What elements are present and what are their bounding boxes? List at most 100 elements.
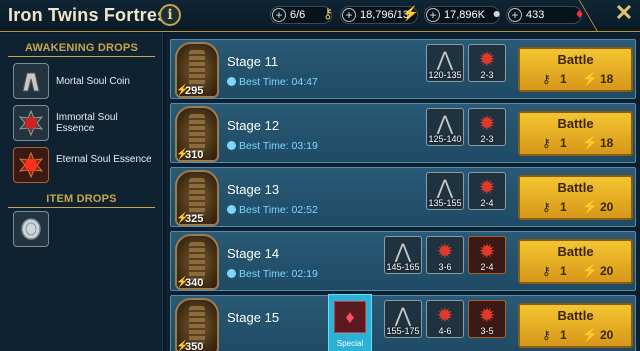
- stage-name: Stage 15: [227, 310, 280, 325]
- clock-icon: [227, 269, 236, 278]
- immortal-soul-essence-reward[interactable]: ✹ 2-4: [468, 172, 506, 210]
- add-silver-button[interactable]: +: [426, 8, 440, 22]
- close-button[interactable]: ✕: [612, 2, 636, 26]
- energy-cost: 18: [600, 72, 614, 86]
- stage-power: 295: [185, 85, 204, 97]
- divider: [8, 207, 155, 208]
- battle-button[interactable]: Battle ⚷ 1 ⚡ 20: [518, 175, 633, 220]
- stage-row[interactable]: ⚡ 310 Stage 12 Best Time: 03:19 ⋀ 125-14…: [170, 103, 636, 163]
- reward-amount: 120-135: [428, 70, 462, 80]
- reward-amount: 4-6: [438, 326, 452, 336]
- key-cost: 1: [560, 72, 567, 86]
- reward-amount: 3-6: [438, 262, 452, 272]
- best-time-text: Best Time: 02:52: [239, 204, 318, 216]
- mortal-soul-coin-reward[interactable]: ⋀ 155-175: [384, 300, 422, 338]
- battle-label: Battle: [557, 244, 594, 259]
- divider: [8, 56, 155, 57]
- immortal-soul-essence-icon[interactable]: [13, 105, 49, 141]
- mortal-soul-coin-icon: ⋀: [436, 49, 454, 71]
- drops-panel: AWAKENING DROPS Mortal Soul Coin Immorta…: [0, 33, 163, 351]
- stage-name: Stage 11: [227, 54, 279, 69]
- key-icon: ⚷: [542, 72, 551, 86]
- energy-resource: + 18,796/13 ⚡: [340, 5, 419, 24]
- stage-row[interactable]: ⚡ 340 Stage 14 Best Time: 02:19 ⋀ 145-16…: [170, 231, 636, 291]
- mortal-soul-coin-reward[interactable]: ⋀ 120-135: [426, 44, 464, 82]
- battle-button[interactable]: Battle ⚷ 1 ⚡ 18: [518, 111, 633, 156]
- immortal-soul-essence-reward[interactable]: ✹ 4-6: [426, 300, 464, 338]
- mortal-soul-coin-icon: ⋀: [436, 113, 454, 135]
- keys-value: 6/6: [290, 9, 306, 21]
- immortal-soul-essence-reward[interactable]: ✹ 2-3: [468, 108, 506, 146]
- silver-resource: + 17,896K ●: [424, 5, 501, 24]
- immortal-soul-essence-reward[interactable]: ✹ 2-3: [468, 44, 506, 82]
- battle-button[interactable]: Battle ⚷ 1 ⚡ 20: [518, 239, 633, 284]
- best-time: Best Time: 04:47: [227, 76, 318, 88]
- add-energy-button[interactable]: +: [342, 8, 356, 22]
- energy-bolt-icon: ⚡: [401, 5, 419, 21]
- clock-icon: [227, 77, 236, 86]
- key-cost: 1: [560, 136, 567, 150]
- immortal-soul-essence-reward[interactable]: ✹ 3-6: [426, 236, 464, 274]
- special-artifact-icon: ♦: [334, 301, 366, 333]
- best-time: Best Time: 02:52: [227, 204, 318, 216]
- key-icon: ⚷: [542, 328, 551, 342]
- stage-power: 340: [185, 277, 204, 289]
- energy-cost: 20: [600, 264, 614, 278]
- gems-value: 433: [526, 9, 545, 21]
- key-cost: 1: [560, 328, 567, 342]
- stage-row[interactable]: ⚡ 350 Stage 15 ♦ Special ⋀ 155-175 ✹ 4-6…: [170, 294, 636, 351]
- clock-icon: [227, 141, 236, 150]
- stage-power: 310: [185, 149, 204, 161]
- mortal-soul-coin-reward[interactable]: ⋀ 145-165: [384, 236, 422, 274]
- key-icon: ⚷: [542, 264, 551, 278]
- battle-button[interactable]: Battle ⚷ 1 ⚡ 18: [518, 47, 633, 92]
- drop-label: Immortal Soul Essence: [56, 112, 118, 134]
- stage-list[interactable]: ⚡ 295 Stage 11 Best Time: 04:47 ⋀ 120-13…: [166, 33, 640, 351]
- reward-amount: 2-4: [480, 198, 494, 208]
- immortal-soul-essence-icon: ✹: [478, 113, 496, 135]
- eternal-soul-essence-reward[interactable]: ✹ 2-4: [468, 236, 506, 274]
- battle-label: Battle: [557, 308, 594, 323]
- stage-name: Stage 12: [227, 118, 280, 133]
- mortal-soul-coin-icon: ⋀: [394, 241, 412, 263]
- reward-amount: 125-140: [428, 134, 462, 144]
- eternal-soul-essence-icon: ✹: [478, 241, 496, 263]
- key-icon: ⚷: [542, 200, 551, 214]
- reward-amount: 2-3: [480, 134, 494, 144]
- best-time: Best Time: 02:19: [227, 268, 318, 280]
- stage-name: Stage 13: [227, 182, 280, 197]
- mortal-soul-coin-icon[interactable]: [13, 63, 49, 99]
- eternal-soul-essence-reward[interactable]: ✹ 3-5: [468, 300, 506, 338]
- stage-row[interactable]: ⚡ 325 Stage 13 Best Time: 02:52 ⋀ 135-15…: [170, 167, 636, 227]
- eternal-soul-essence-icon: ✹: [478, 305, 496, 327]
- energy-bolt-icon: ⚡: [582, 135, 599, 150]
- eternal-soul-essence-icon[interactable]: [13, 147, 49, 183]
- energy-bolt-icon: ⚡: [582, 263, 599, 278]
- best-time-text: Best Time: 03:19: [239, 140, 318, 152]
- key-cost: 1: [560, 200, 567, 214]
- battle-button[interactable]: Battle ⚷ 1 ⚡ 20: [518, 303, 633, 348]
- stage-name: Stage 14: [227, 246, 280, 261]
- mortal-soul-coin-icon: ⋀: [436, 177, 454, 199]
- battle-label: Battle: [557, 180, 594, 195]
- energy-cost: 20: [600, 328, 614, 342]
- stage-power: 350: [185, 341, 204, 351]
- energy-cost: 18: [600, 136, 614, 150]
- energy-bolt-icon: ⚡: [582, 71, 599, 86]
- mortal-soul-coin-reward[interactable]: ⋀ 125-140: [426, 108, 464, 146]
- silver-coin-icon[interactable]: [13, 211, 49, 247]
- gems-resource: + 433 ♦: [506, 5, 583, 24]
- item-drops-title: ITEM DROPS: [46, 193, 117, 205]
- page-title: Iron Twins Fortress: [8, 5, 178, 25]
- reward-amount: 2-4: [480, 262, 494, 272]
- special-reward[interactable]: ♦ Special: [328, 294, 372, 351]
- add-keys-button[interactable]: +: [272, 8, 286, 22]
- drop-label: Eternal Soul Essence: [56, 154, 152, 165]
- battle-label: Battle: [557, 116, 594, 131]
- mortal-soul-coin-reward[interactable]: ⋀ 135-155: [426, 172, 464, 210]
- stage-row[interactable]: ⚡ 295 Stage 11 Best Time: 04:47 ⋀ 120-13…: [170, 39, 636, 99]
- battle-label: Battle: [557, 52, 594, 67]
- info-button[interactable]: i: [159, 4, 181, 26]
- add-gems-button[interactable]: +: [508, 8, 522, 22]
- key-cost: 1: [560, 264, 567, 278]
